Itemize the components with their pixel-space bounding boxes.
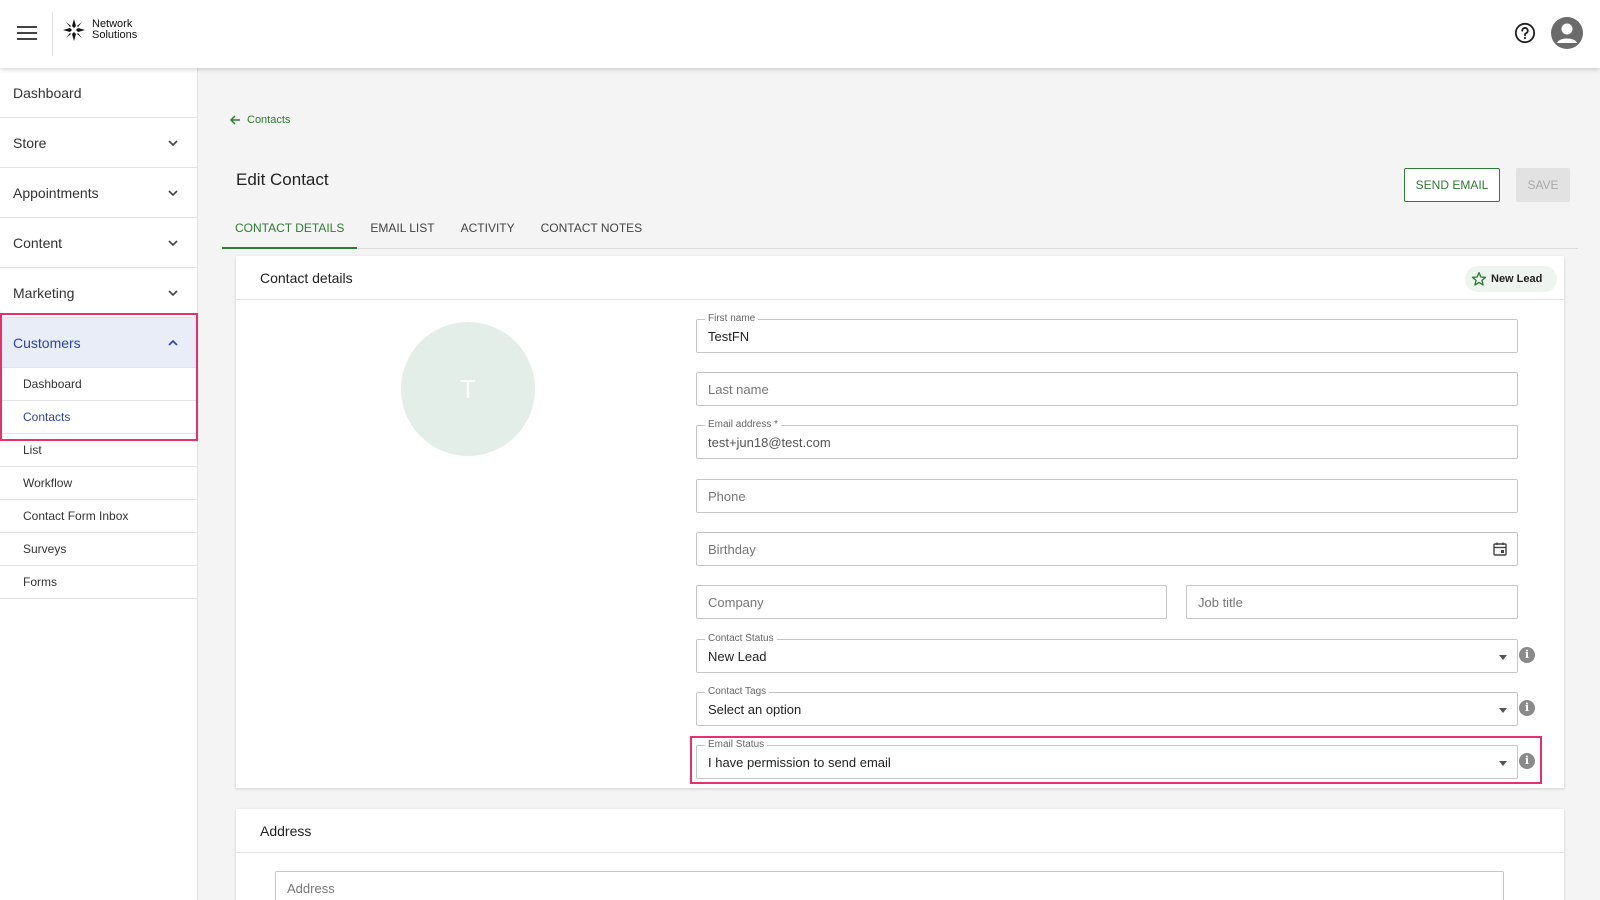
sidebar-subitem-label: Workflow — [23, 476, 73, 490]
contact-status-select[interactable]: Contact Status New Lead — [696, 633, 1518, 673]
sidebar-item-store[interactable]: Store — [0, 118, 197, 168]
info-icon[interactable]: i — [1519, 753, 1535, 769]
lead-status-chip[interactable]: New Lead — [1465, 266, 1557, 292]
dropdown-caret-icon — [1499, 708, 1507, 713]
chevron-down-icon — [168, 190, 178, 197]
sidebar-subitem-label: Dashboard — [23, 377, 82, 391]
tab-bar: CONTACT DETAILS EMAIL LIST ACTIVITY CONT… — [222, 212, 1578, 249]
calendar-icon[interactable] — [1492, 541, 1508, 557]
email-status-select[interactable]: Email Status I have permission to send e… — [696, 739, 1518, 779]
top-bar: Network Solutions — [0, 0, 1600, 68]
sidebar-item-label: Customers — [13, 334, 81, 351]
sidebar-item-label: Content — [13, 234, 63, 251]
sidebar-item-customers[interactable]: Customers — [0, 318, 197, 368]
chevron-down-icon — [168, 140, 178, 147]
dropdown-caret-icon — [1499, 761, 1507, 766]
avatar-initial: T — [460, 373, 476, 404]
sidebar-subitem-contact-form-inbox[interactable]: Contact Form Inbox — [0, 500, 197, 533]
tab-contact-notes[interactable]: CONTACT NOTES — [528, 212, 656, 249]
back-link-label: Contacts — [247, 114, 291, 126]
user-avatar-icon[interactable] — [1551, 17, 1583, 49]
email-field[interactable]: Email address * test+jun18@test.com — [696, 419, 1518, 459]
chevron-down-icon — [168, 290, 178, 297]
phone-field[interactable]: Phone — [696, 479, 1518, 513]
sidebar-subitem-label: Contact Form Inbox — [23, 509, 129, 523]
menu-icon[interactable] — [17, 26, 37, 42]
brand-line-2: Solutions — [92, 29, 138, 41]
field-label: Contact Status — [705, 633, 777, 645]
sidebar-item-label: Dashboard — [13, 84, 82, 101]
sidebar-item-dashboard[interactable]: Dashboard — [0, 68, 197, 118]
sidebar-item-content[interactable]: Content — [0, 218, 197, 268]
tab-email-list[interactable]: EMAIL LIST — [357, 212, 447, 249]
sidebar-item-appointments[interactable]: Appointments — [0, 168, 197, 218]
back-to-contacts-link[interactable]: Contacts — [229, 114, 290, 126]
lead-chip-label: New Lead — [1491, 273, 1543, 285]
field-label: First name — [705, 313, 759, 325]
contact-avatar: T — [401, 322, 535, 456]
field-placeholder: Last name — [708, 382, 769, 397]
tab-activity[interactable]: ACTIVITY — [448, 212, 528, 249]
company-field[interactable]: Company — [696, 585, 1167, 619]
card-title: Contact details — [236, 256, 1564, 300]
field-value: Select an option — [708, 702, 802, 717]
birthday-field[interactable]: Birthday — [696, 532, 1518, 566]
sidebar-subitem-dashboard[interactable]: Dashboard — [0, 368, 197, 401]
page-title: Edit Contact — [236, 170, 329, 189]
tab-contact-details[interactable]: CONTACT DETAILS — [222, 212, 358, 249]
sidebar-subitem-label: Forms — [23, 575, 57, 589]
field-placeholder: Birthday — [708, 542, 756, 557]
field-value: New Lead — [708, 649, 767, 664]
contact-tags-select[interactable]: Contact Tags Select an option — [696, 686, 1518, 726]
chevron-up-icon — [168, 339, 178, 346]
sidebar-subitem-label: Contacts — [23, 410, 71, 424]
sidebar-subitem-label: List — [23, 443, 42, 457]
sidebar-subitem-forms[interactable]: Forms — [0, 566, 197, 599]
field-value: I have permission to send email — [708, 755, 891, 770]
first-name-field[interactable]: First name TestFN — [696, 313, 1518, 353]
job-title-field[interactable]: Job title — [1186, 585, 1518, 619]
sidebar-item-label: Marketing — [13, 284, 75, 301]
send-email-button[interactable]: SEND EMAIL — [1404, 168, 1500, 202]
address-field[interactable]: Address — [275, 871, 1504, 900]
sidebar-subitem-surveys[interactable]: Surveys — [0, 533, 197, 566]
sidebar-item-label: Store — [13, 134, 47, 151]
field-label: Email address * — [705, 419, 782, 431]
last-name-field[interactable]: Last name — [696, 372, 1518, 406]
info-icon[interactable]: i — [1519, 700, 1535, 716]
sidebar-subitem-list[interactable]: List — [0, 434, 197, 467]
field-placeholder: Job title — [1198, 595, 1243, 610]
brand-name: Network Solutions — [92, 19, 137, 41]
card-title: Address — [236, 809, 1564, 853]
field-value: test+jun18@test.com — [708, 435, 831, 450]
field-placeholder: Phone — [708, 489, 746, 504]
field-placeholder: Address — [287, 881, 335, 896]
dropdown-caret-icon — [1499, 655, 1507, 660]
help-icon[interactable] — [1514, 22, 1536, 44]
arrow-left-icon — [229, 115, 240, 125]
network-solutions-logo-icon — [63, 19, 85, 41]
sidebar-subitem-label: Surveys — [23, 542, 67, 556]
field-placeholder: Company — [708, 595, 764, 610]
info-icon[interactable]: i — [1519, 647, 1535, 663]
save-button[interactable]: SAVE — [1516, 168, 1570, 202]
field-label: Email Status — [705, 739, 768, 751]
sidebar-item-label: Appointments — [13, 184, 99, 201]
sidebar-subitem-workflow[interactable]: Workflow — [0, 467, 197, 500]
field-label: Contact Tags — [705, 686, 770, 698]
sidebar: Dashboard Store Appointments Content Mar… — [0, 68, 198, 900]
field-value: TestFN — [708, 329, 750, 344]
chevron-down-icon — [168, 240, 178, 247]
brand-logo[interactable]: Network Solutions — [62, 18, 137, 42]
sidebar-subitem-contacts[interactable]: Contacts — [0, 401, 197, 434]
star-outline-icon — [1471, 272, 1487, 286]
header-divider — [52, 12, 53, 56]
sidebar-item-marketing[interactable]: Marketing — [0, 268, 197, 318]
